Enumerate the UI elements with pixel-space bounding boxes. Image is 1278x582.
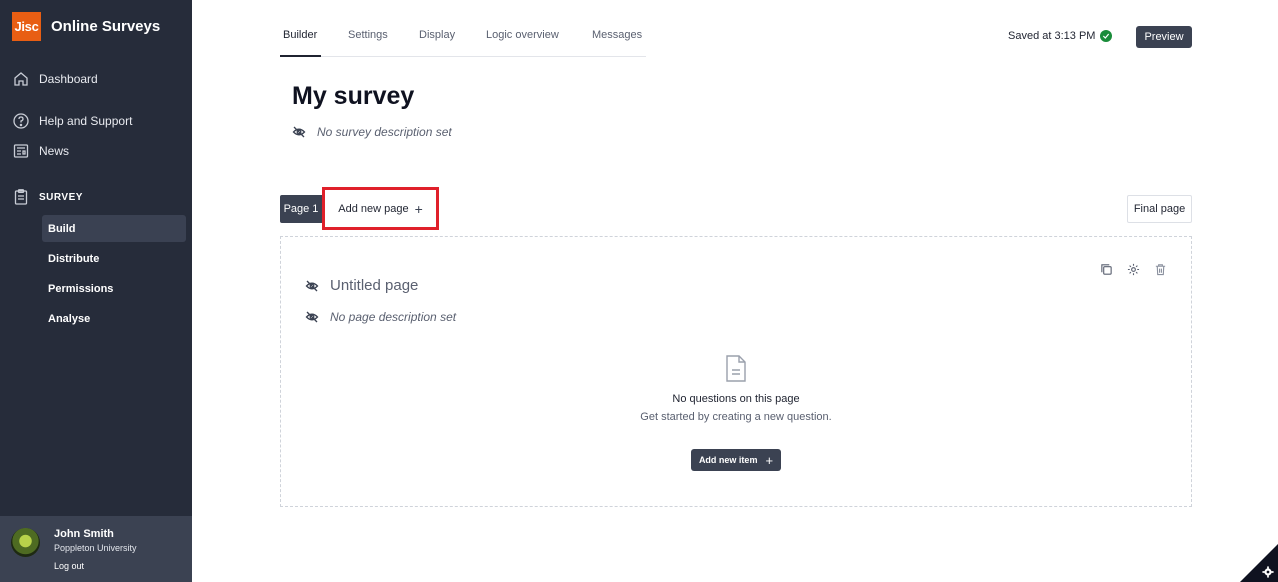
preview-button[interactable]: Preview: [1136, 26, 1192, 48]
page-card: Untitled page No page description set No…: [280, 236, 1192, 507]
eye-slash-icon[interactable]: [305, 279, 319, 293]
section-label: SURVEY: [39, 191, 83, 203]
sidebar-item-permissions[interactable]: Permissions: [42, 275, 186, 302]
saved-text: Saved at 3:13 PM: [1008, 30, 1096, 42]
user-name: John Smith: [54, 528, 114, 540]
user-organisation: Poppleton University: [54, 543, 137, 553]
page-tab-1[interactable]: Page 1: [280, 195, 322, 223]
sidebar-item-build[interactable]: Build: [42, 215, 186, 242]
empty-state-title: No questions on this page: [672, 393, 800, 405]
tab-logic-overview[interactable]: Logic overview: [486, 29, 559, 41]
survey-title[interactable]: My survey: [292, 82, 414, 111]
jisc-logo: Jisc: [12, 12, 41, 41]
sidebar-item-help[interactable]: Help and Support: [12, 112, 132, 130]
tab-builder[interactable]: Builder: [283, 29, 317, 41]
page-actions: [1099, 262, 1167, 276]
sidebar-item-dashboard[interactable]: Dashboard: [12, 70, 98, 88]
sidebar-item-distribute[interactable]: Distribute: [42, 245, 186, 272]
check-circle-icon: [1100, 30, 1113, 42]
empty-state-subtitle: Get started by creating a new question.: [640, 411, 832, 423]
news-icon: [12, 142, 30, 160]
page-description-text: No page description set: [330, 310, 457, 324]
survey-description-text: No survey description set: [317, 125, 452, 139]
tab-display[interactable]: Display: [419, 29, 455, 41]
sidebar-item-news[interactable]: News: [12, 142, 69, 160]
gear-icon[interactable]: [1126, 262, 1140, 276]
brand[interactable]: Jisc Online Surveys: [12, 12, 160, 41]
plus-icon: +: [765, 452, 774, 468]
sidebar-item-analyse[interactable]: Analyse: [42, 305, 186, 332]
brand-name: Online Surveys: [51, 18, 161, 35]
sidebar: Jisc Online Surveys Dashboard Help and S…: [0, 0, 192, 582]
tab-messages[interactable]: Messages: [592, 29, 642, 41]
logout-link[interactable]: Log out: [54, 561, 84, 571]
trash-icon[interactable]: [1153, 262, 1167, 276]
plus-icon: +: [414, 200, 423, 217]
gear-icon[interactable]: [1262, 566, 1274, 578]
tab-settings[interactable]: Settings: [348, 29, 388, 41]
user-panel: John Smith Poppleton University Log out: [0, 516, 192, 582]
survey-description[interactable]: No survey description set: [292, 125, 452, 139]
add-new-page-label: Add new page: [338, 202, 409, 215]
add-new-item-button[interactable]: Add new item +: [691, 449, 781, 471]
help-icon: [12, 112, 30, 130]
copy-icon[interactable]: [1099, 262, 1113, 276]
survey-section-heading: SURVEY: [12, 188, 83, 206]
page-title[interactable]: Untitled page: [305, 277, 418, 294]
page-title-text: Untitled page: [330, 277, 419, 294]
eye-slash-icon[interactable]: [305, 310, 319, 324]
clipboard-icon: [12, 188, 30, 206]
eye-slash-icon[interactable]: [292, 125, 306, 139]
active-tab-indicator: [280, 55, 321, 57]
final-page-tab[interactable]: Final page: [1127, 195, 1192, 223]
save-status: Saved at 3:13 PM: [1008, 30, 1113, 42]
sidebar-item-label: News: [39, 144, 70, 158]
add-new-page-button[interactable]: Add new page +: [322, 187, 439, 230]
add-new-item-label: Add new item: [698, 455, 758, 465]
sidebar-item-label: Dashboard: [39, 72, 98, 86]
home-icon: [12, 70, 30, 88]
avatar: [11, 528, 40, 557]
builder-tabs: Builder Settings Display Logic overview …: [280, 16, 646, 57]
document-icon: [726, 355, 746, 382]
page-description[interactable]: No page description set: [305, 310, 456, 324]
sidebar-item-label: Help and Support: [39, 114, 133, 128]
